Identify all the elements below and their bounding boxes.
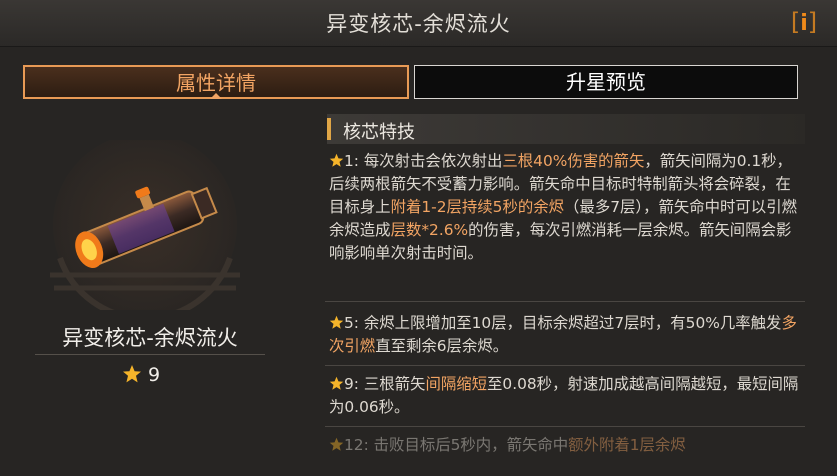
entry-separator — [325, 301, 805, 302]
section-header: 核芯特技 — [327, 114, 805, 144]
star-icon — [329, 315, 344, 329]
star-icon — [329, 153, 344, 167]
entry-highlight: 三根40%伤害的箭矢 — [502, 152, 645, 170]
star-icon — [329, 437, 344, 451]
section-accent-bar — [327, 118, 331, 140]
entry-separator — [325, 365, 805, 366]
divider — [35, 354, 265, 355]
entry-text: 12: 击败目标后5秒内，箭矢命中 — [344, 436, 569, 454]
star-icon — [329, 376, 344, 390]
skill-entry-12: 12: 击败目标后5秒内，箭矢命中额外附着1层余烬 — [329, 434, 799, 457]
entry-text: 1: 每次射击会依次射出 — [344, 152, 503, 170]
tab-star-preview[interactable]: 升星预览 — [414, 65, 798, 99]
star-level-value: 9 — [148, 364, 161, 386]
entry-text: 5: 余烬上限增加至10层，目标余烬超过7层时，有50%几率触发 — [344, 314, 782, 332]
top-bar: 异变核芯-余烬流火 [i] — [0, 0, 837, 47]
entry-text: 直至剩余6层余烬。 — [375, 337, 509, 355]
info-icon: i — [800, 11, 808, 36]
entry-highlight: 间隔缩短 — [425, 375, 488, 393]
star-level: 9 — [122, 364, 160, 386]
skill-entry-9: 9: 三根箭矢间隔缩短至0.08秒，射速加成越高间隔越短，最短间隔为0.06秒。 — [329, 373, 799, 419]
star-icon — [123, 365, 141, 383]
entry-highlight: 额外附着1层余烬 — [568, 436, 686, 454]
entry-separator — [325, 426, 805, 427]
tab-attributes[interactable]: 属性详情 — [23, 65, 409, 99]
skill-entry-5: 5: 余烬上限增加至10层，目标余烬超过7层时，有50%几率触发多次引燃直至剩余… — [329, 312, 799, 358]
entry-highlight: 附着1-2层持续5秒的余烬 — [390, 198, 565, 216]
section-title: 核芯特技 — [343, 122, 415, 143]
bracket-left-icon: [ — [790, 8, 801, 36]
core-skill-panel[interactable]: 核芯特技 1: 每次射击会依次射出三根40%伤害的箭矢，箭矢间隔为0.1秒，后续… — [325, 112, 805, 476]
bracket-right-icon: ] — [807, 8, 818, 36]
entry-highlight: 层数*2.6% — [390, 221, 469, 239]
skill-entry-1: 1: 每次射击会依次射出三根40%伤害的箭矢，箭矢间隔为0.1秒，后续两根箭矢不… — [329, 150, 799, 265]
page-title: 异变核芯-余烬流火 — [326, 12, 511, 36]
info-button[interactable]: [i] — [787, 8, 821, 36]
core-item-image — [50, 140, 240, 310]
item-name: 异变核芯-余烬流火 — [62, 326, 238, 350]
entry-text: 9: 三根箭矢 — [344, 375, 426, 393]
